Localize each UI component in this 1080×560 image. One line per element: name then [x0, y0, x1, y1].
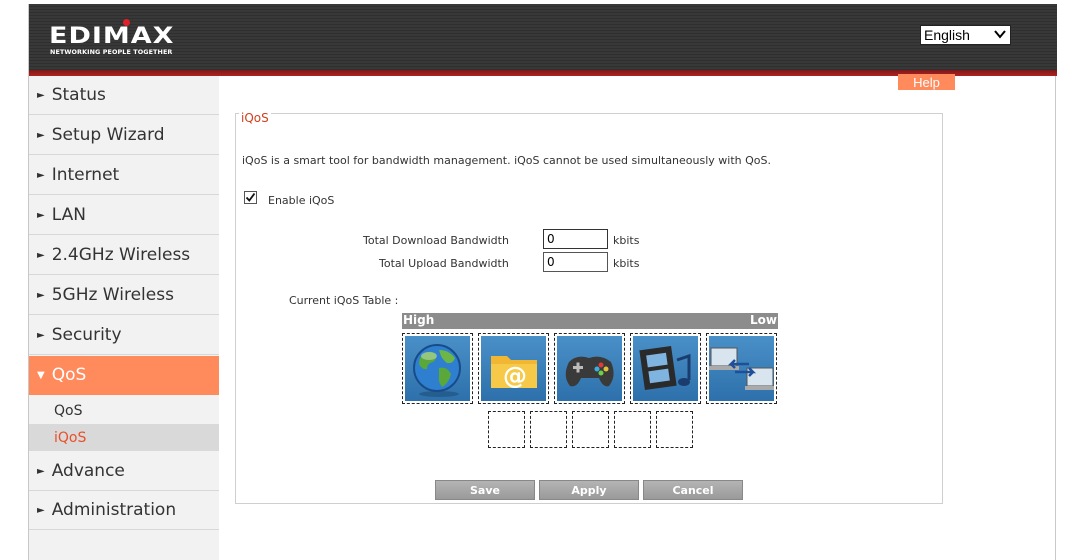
triangle-right-icon: ► [37, 89, 45, 101]
sidebar-item-label: Administration [51, 500, 177, 520]
sidebar-subitem-label: iQoS [54, 429, 87, 446]
panel-title: iQoS [239, 111, 271, 125]
sidebar-item-internet[interactable]: ► Internet [29, 156, 219, 195]
save-button[interactable]: Save [435, 480, 535, 500]
edimax-logo: EDIMAX NETWORKING PEOPLE TOGETHER [49, 19, 189, 60]
triangle-right-icon: ► [37, 465, 45, 477]
triangle-right-icon: ► [37, 169, 45, 181]
globe-icon [405, 336, 470, 401]
triangle-right-icon: ► [37, 249, 45, 261]
current-iqos-table-label: Current iQoS Table : [289, 294, 399, 307]
enable-iqos-checkbox[interactable] [244, 191, 257, 204]
upload-bandwidth-input[interactable]: 0 [543, 252, 608, 272]
chevron-down-icon [993, 27, 1007, 45]
checkmark-icon [245, 192, 256, 202]
triangle-right-icon: ► [37, 504, 45, 516]
email-folder-icon: @ [481, 336, 546, 401]
sidebar-subitem-iqos[interactable]: iQoS [29, 424, 219, 451]
app-slot-file-transfer[interactable] [706, 333, 777, 404]
logo-dot [123, 19, 130, 26]
enable-iqos-label: Enable iQoS [268, 194, 335, 207]
logo-tagline: NETWORKING PEOPLE TOGETHER [50, 48, 173, 56]
app-slot-gaming[interactable] [554, 333, 625, 404]
sidebar-item-qos[interactable]: ▼ QoS [29, 356, 219, 395]
iqos-description: iQoS is a smart tool for bandwidth manag… [242, 154, 771, 167]
help-button[interactable]: Help [898, 74, 955, 90]
file-transfer-icon [709, 336, 774, 401]
empty-slot[interactable] [530, 411, 567, 448]
sidebar-item-label: Status [51, 85, 106, 105]
empty-slot[interactable] [572, 411, 609, 448]
sidebar-item-label: Advance [51, 461, 125, 481]
media-film-icon [633, 336, 698, 401]
app-slot-email[interactable]: @ [478, 333, 549, 404]
sidebar-item-security[interactable]: ► Security [29, 316, 219, 355]
sidebar-item-5ghz-wireless[interactable]: ► 5GHz Wireless [29, 276, 219, 315]
empty-slot[interactable] [614, 411, 651, 448]
sidebar-item-24ghz-wireless[interactable]: ► 2.4GHz Wireless [29, 236, 219, 275]
iqos-priority-table: High Low @ [402, 313, 778, 405]
empty-slot[interactable] [656, 411, 693, 448]
download-bandwidth-input[interactable]: 0 [543, 229, 608, 249]
cancel-button[interactable]: Cancel [643, 480, 743, 500]
priority-high-label: High [403, 313, 435, 327]
download-bandwidth-label: Total Download Bandwidth [363, 234, 509, 247]
sidebar-item-advance[interactable]: ► Advance [29, 452, 219, 491]
empty-slot[interactable] [488, 411, 525, 448]
triangle-down-icon: ▼ [37, 369, 45, 381]
priority-bar: High Low [402, 313, 778, 329]
download-unit: kbits [613, 234, 640, 247]
sidebar-item-lan[interactable]: ► LAN [29, 196, 219, 235]
iqos-panel: iQoS iQoS is a smart tool for bandwidth … [235, 111, 943, 504]
triangle-right-icon: ► [37, 329, 45, 341]
language-select[interactable]: English [920, 25, 1011, 45]
logo-word: EDIMAX [49, 23, 175, 49]
sidebar-item-label: Setup Wizard [51, 125, 165, 145]
apply-button[interactable]: Apply [539, 480, 639, 500]
sidebar: ► Status ► Setup Wizard ► Internet ► LAN ► 2.… [29, 76, 219, 560]
app-slot-media[interactable] [630, 333, 701, 404]
sidebar-item-label: Internet [51, 165, 120, 185]
gamepad-icon [557, 336, 622, 401]
sidebar-subitem-qos[interactable]: QoS [29, 397, 219, 424]
sidebar-item-label: 2.4GHz Wireless [51, 245, 191, 265]
language-selected: English [924, 27, 970, 43]
upload-bandwidth-label: Total Upload Bandwidth [379, 257, 509, 270]
sidebar-item-administration[interactable]: ► Administration [29, 491, 219, 530]
upload-unit: kbits [613, 257, 640, 270]
app-slot-web[interactable] [402, 333, 473, 404]
header-bar: EDIMAX NETWORKING PEOPLE TOGETHER Englis… [29, 4, 1057, 76]
svg-text:@: @ [503, 362, 527, 390]
sidebar-item-label: QoS [51, 365, 87, 385]
sidebar-subitem-label: QoS [54, 402, 83, 419]
triangle-right-icon: ► [37, 129, 45, 141]
triangle-right-icon: ► [37, 289, 45, 301]
sidebar-item-label: Security [51, 325, 122, 345]
sidebar-item-label: LAN [51, 205, 86, 225]
triangle-right-icon: ► [37, 209, 45, 221]
priority-low-label: Low [750, 313, 777, 327]
sidebar-item-label: 5GHz Wireless [51, 285, 174, 305]
sidebar-item-status[interactable]: ► Status [29, 76, 219, 115]
sidebar-item-setup-wizard[interactable]: ► Setup Wizard [29, 116, 219, 155]
